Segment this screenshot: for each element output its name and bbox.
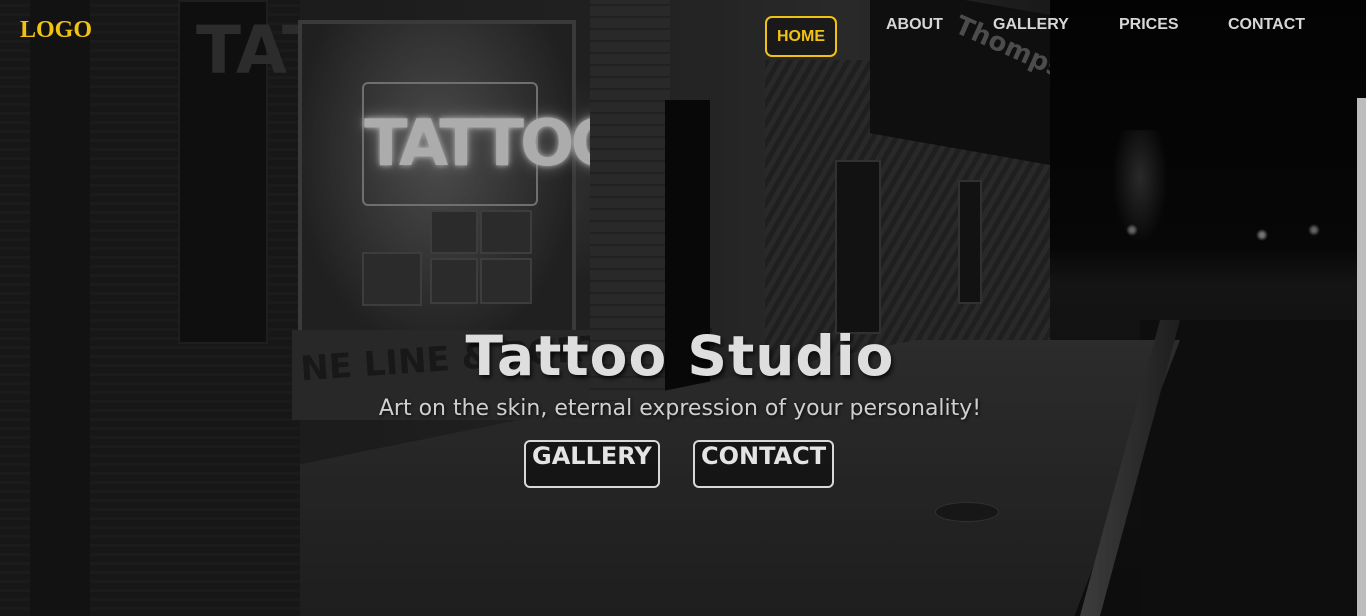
logo[interactable]: LOGO [20,17,92,44]
site-header: LOGO HOME ABOUT GALLERY PRICES CONTACT [0,0,1366,70]
nav-about[interactable]: ABOUT [886,16,943,56]
hero-background: TATTOO TATTOO NE LINE & PORTRAITS Thomps… [0,0,1366,616]
gallery-button[interactable]: GALLERY [524,440,660,488]
nav-prices[interactable]: PRICES [1119,16,1179,56]
contact-button[interactable]: CONTACT [693,440,835,488]
nav-gallery[interactable]: GALLERY [993,16,1069,56]
dark-overlay [0,0,1366,616]
hero-title: Tattoo Studio [465,324,895,388]
hero-subtitle: Art on the skin, eternal expression of y… [378,396,982,421]
nav-home[interactable]: HOME [765,16,837,57]
nav-contact[interactable]: CONTACT [1228,16,1305,56]
